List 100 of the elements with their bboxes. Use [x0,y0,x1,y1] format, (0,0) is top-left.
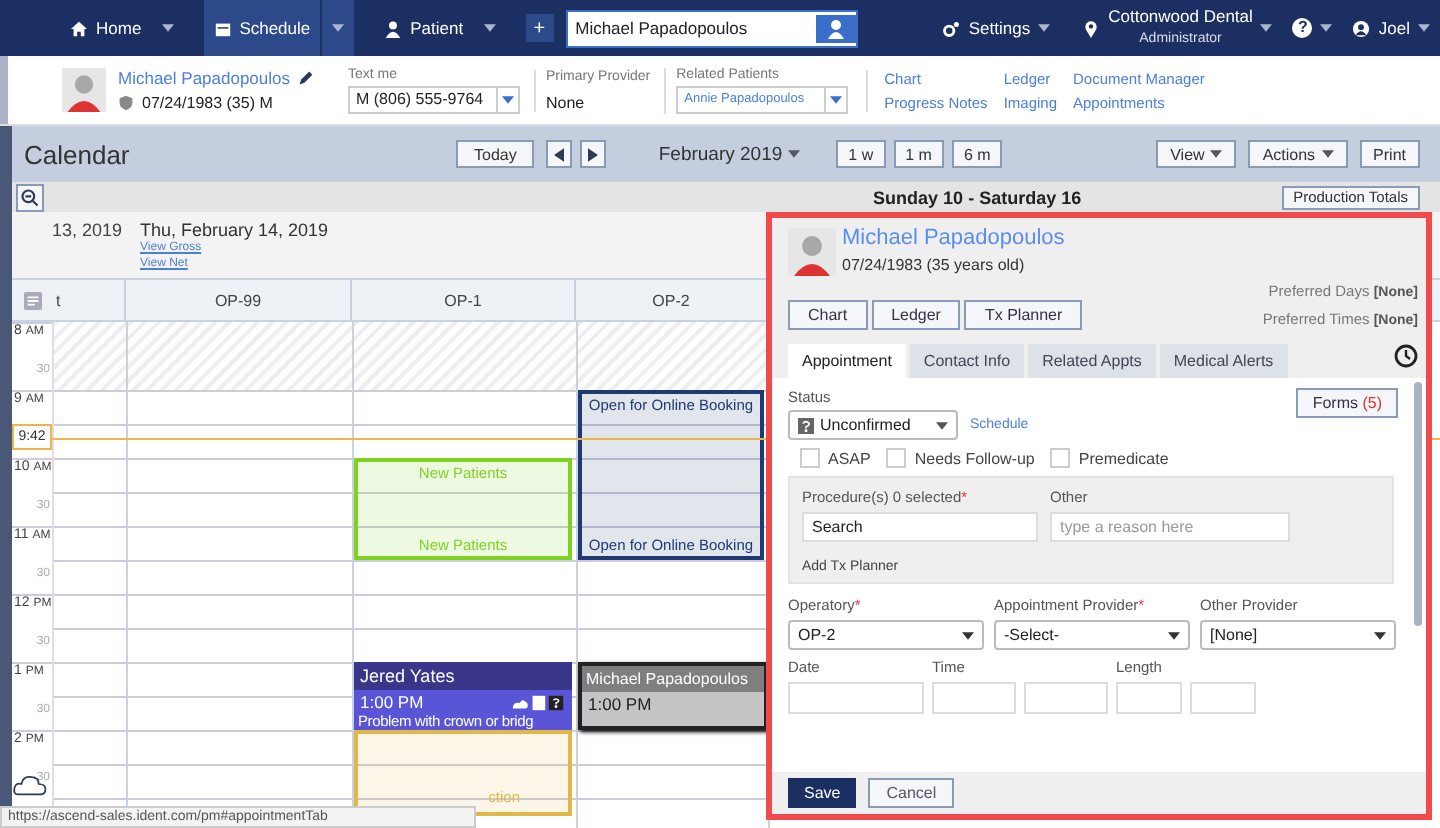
toolbar-button[interactable]: Actions [1248,140,1348,168]
home-icon [70,19,88,37]
forms-button[interactable]: Forms (5) [1296,388,1398,418]
range-button[interactable]: 1 m [893,140,944,168]
panel-button[interactable]: Chart [788,300,868,330]
zoom-out-button[interactable] [16,183,44,211]
patient-name-link[interactable]: Michael Papadopoulos [118,68,291,88]
input-field[interactable] [1116,682,1182,714]
checkbox[interactable] [800,448,820,468]
month-picker[interactable]: February 2019 [658,143,801,165]
panel-tab[interactable]: Related Appts [1028,344,1156,378]
column-header: t [56,291,61,309]
appointment-time: 1:00 PM [588,694,654,714]
next-button[interactable] [580,140,607,168]
week-range: Sunday 10 - Saturday 16 [873,187,1082,207]
checkbox-option[interactable]: ASAP [800,448,871,468]
checkbox[interactable] [1050,448,1071,468]
avatar-placeholder [62,66,106,114]
checkbox-option[interactable]: Needs Follow-up [886,448,1035,468]
person-icon [384,19,403,37]
caret-icon [1038,24,1051,32]
help-menu[interactable]: ? [1282,0,1343,56]
right-arrow-icon [588,147,599,161]
caret-icon [1210,150,1223,158]
select-dropdown[interactable]: [None] [1200,620,1396,650]
user-icon [1352,19,1371,37]
calendar-icon [213,19,232,37]
panel-tab[interactable]: Contact Info [909,344,1025,378]
caret-icon [1168,631,1180,639]
location-pin-icon [1082,19,1101,37]
caret-icon [1320,24,1333,32]
range-button[interactable]: 1 w [836,140,886,168]
provider-value: None [546,93,587,111]
appointment-card[interactable]: Michael Papadopoulos 1:00 PM [578,662,768,730]
patient-details: 07/24/1983 (35 years old) [842,256,1027,274]
person-search-icon[interactable] [815,11,856,45]
caret-icon [962,631,974,639]
previous-button[interactable] [546,140,573,168]
day-heading: Thu, February 14, 2019 [140,220,329,240]
scrollbar[interactable] [1414,382,1422,626]
caret-icon [1260,24,1273,32]
sidebar-handle[interactable] [0,56,8,124]
caret-icon [1374,631,1386,639]
select-dropdown[interactable]: OP-2 [788,620,984,650]
notes-icon[interactable] [23,291,41,309]
appointment-time: 1:00 PM [360,692,426,712]
shield-icon [118,94,134,112]
input-field[interactable] [788,682,924,714]
column-header: OP-1 [444,291,482,309]
panel-button[interactable]: Ledger [871,300,961,330]
checkbox[interactable] [886,448,907,468]
settings-menu[interactable]: Settings [932,0,1061,56]
user-menu[interactable]: Joel [1342,0,1440,56]
day-heading: 13, 2019 [52,218,125,244]
caret-icon [332,24,345,32]
calendar-title: Calendar [24,139,132,169]
caret-icon [502,95,514,103]
column-header: OP-99 [214,291,262,309]
input-field[interactable] [1190,682,1256,714]
toolbar-button[interactable]: Print [1359,140,1420,168]
appointment-status-icons [510,693,566,711]
patient-name: Michael Papadopoulos [582,666,764,692]
save-button[interactable]: Save [788,778,857,808]
add-button[interactable]: + [525,14,554,42]
panel-tab[interactable]: Medical Alerts [1159,344,1288,378]
caret-icon [161,24,174,32]
caret-icon [483,24,496,32]
zoom-out-icon [20,187,40,207]
reason-input[interactable]: type a reason here [1050,512,1290,542]
status-dropdown[interactable]: Unconfirmed [788,410,958,440]
caret-icon [1418,24,1430,32]
caret-icon [1321,150,1334,158]
input-field[interactable] [1024,682,1108,714]
pencil-icon[interactable] [298,70,315,86]
panel-button[interactable]: Tx Planner [964,300,1083,330]
panel-tab[interactable]: Appointment [788,344,906,378]
caret-icon [830,95,843,103]
dropdown-toggle[interactable] [320,0,355,56]
caret-icon [936,421,948,429]
gears-icon [942,19,961,37]
left-arrow-icon [554,147,565,161]
caret-icon [788,150,801,158]
range-button[interactable]: 6 m [951,140,1003,168]
patient-search-field[interactable]: Michael Papadopoulos [565,9,858,47]
select-dropdown[interactable]: -Select- [994,620,1190,650]
procedure-search-field[interactable]: Search [802,512,1038,542]
phone-dropdown[interactable]: M (806) 555-9764 [348,85,520,113]
cloud-icon[interactable] [12,772,48,796]
nav-tab[interactable]: Schedule [203,0,321,56]
patient-details: 07/24/1983 (35) M [142,94,273,112]
cancel-button[interactable]: Cancel [868,778,955,808]
input-field[interactable] [932,682,1016,714]
checkbox-option[interactable]: Premedicate [1050,448,1169,468]
nav-tab[interactable]: Home [60,0,152,56]
column-header: OP-2 [652,291,690,309]
nav-tab[interactable]: Patient [374,0,474,56]
toolbar-button[interactable]: View [1156,140,1237,168]
today-button[interactable]: Today [456,140,535,168]
status-icon [798,417,814,433]
history-icon[interactable] [1394,344,1418,368]
